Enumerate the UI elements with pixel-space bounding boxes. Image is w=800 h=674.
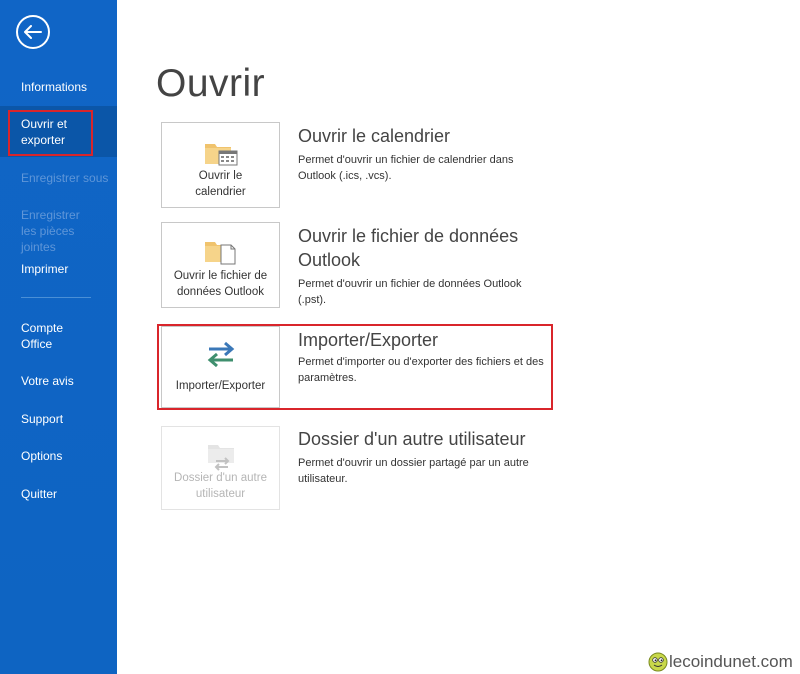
option-title: Ouvrir le calendrier [298,126,451,146]
tile-label: Importer/Exporter [175,380,266,392]
calendar-folder-icon [204,144,237,166]
option-title: Ouvrir le fichier de données Outlook [298,226,519,270]
option-description: Permet d'ouvrir un dossier partagé par u… [298,457,529,485]
other-user-folder-tile: Dossier d'un autre utilisateur [161,426,280,510]
open-calendar-tile[interactable]: Ouvrir le calendrier [161,122,280,208]
tile-label: Ouvrir le calendrier [195,170,246,198]
data-file-folder-icon [204,242,235,265]
watermark: lecoindunet.com [648,652,793,672]
back-button[interactable] [16,15,50,49]
sidebar-item-quitter[interactable]: Quitter [0,486,117,502]
option-description: Permet d'ouvrir un fichier de calendrier… [298,154,514,182]
option-description: Permet d'importer ou d'exporter des fich… [298,356,544,384]
import-export-arrows-icon [207,341,234,367]
smiley-logo-icon [648,652,668,672]
option-title: Dossier d'un autre utilisateur [298,429,526,449]
open-data-file-tile[interactable]: Ouvrir le fichier de données Outlook [161,222,280,308]
back-arrow-icon [24,25,42,39]
sidebar-item-compte-office[interactable]: Compte Office [0,320,80,352]
tile-label: Dossier d'un autre utilisateur [174,472,267,500]
sidebar-item-label: Ouvrir et exporter [21,117,68,147]
page-title: Ouvrir [156,62,266,105]
shared-folder-icon [207,445,234,471]
sidebar-item-enregistrer-sous: Enregistrer sous [21,171,109,185]
watermark-text: lecoindunet.com [669,652,793,671]
sidebar-item-enregistrer-pieces-jointes: Enregistrer les pièces jointes [21,208,80,254]
tile-label: Ouvrir le fichier de données Outlook [173,270,268,298]
sidebar: Informations Ouvrir et exporter Enregist… [0,0,117,674]
sidebar-divider [21,297,91,298]
import-export-tile[interactable]: Importer/Exporter [161,326,280,408]
sidebar-item-informations[interactable]: Informations [0,79,117,95]
sidebar-item-votre-avis[interactable]: Votre avis [0,373,117,389]
sidebar-item-imprimer[interactable]: Imprimer [0,261,117,277]
sidebar-item-ouvrir-exporter[interactable]: Ouvrir et exporter [0,106,117,157]
option-description: Permet d'ouvrir un fichier de données Ou… [298,278,522,306]
sidebar-item-options[interactable]: Options [0,448,117,464]
sidebar-item-support[interactable]: Support [0,411,117,427]
option-title: Importer/Exporter [298,330,439,350]
